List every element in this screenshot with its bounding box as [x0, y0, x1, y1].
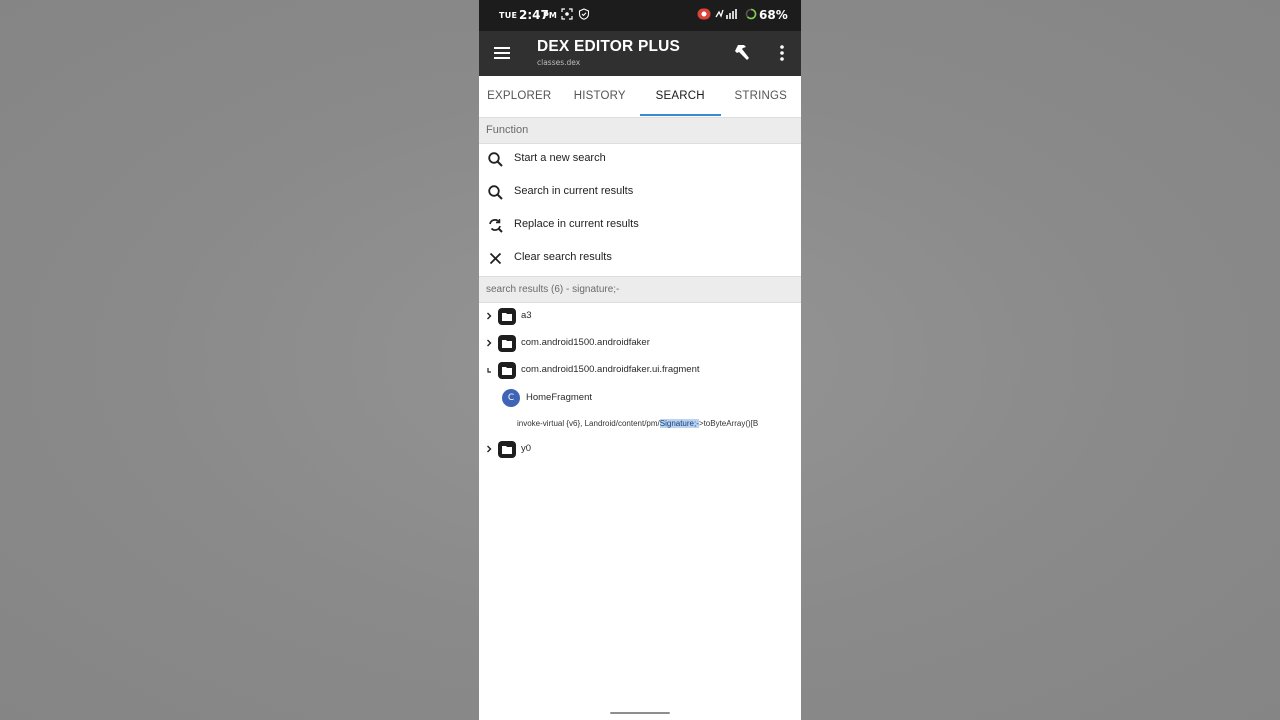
tree-node-label: com.android1500.androidfaker: [521, 337, 650, 348]
record-icon: [697, 8, 711, 20]
tab-strings[interactable]: STRINGS: [721, 76, 802, 117]
signal-icon: [715, 9, 737, 19]
status-day: TUE: [499, 11, 518, 20]
clear-search-results-label: Clear search results: [514, 251, 612, 263]
replace-icon: [489, 219, 503, 233]
folder-icon: [498, 362, 516, 379]
tree-node-androidfaker[interactable]: com.android1500.androidfaker: [479, 330, 801, 357]
chevron-right-icon[interactable]: [484, 444, 494, 454]
tab-history[interactable]: HISTORY: [560, 76, 641, 117]
tree-node-y0[interactable]: y0: [479, 436, 801, 463]
replace-current-results-item[interactable]: Replace in current results: [479, 209, 801, 242]
search-icon: [488, 152, 503, 167]
tree-node-homefragment[interactable]: C HomeFragment: [479, 386, 801, 413]
class-node-label: HomeFragment: [526, 392, 592, 403]
folder-icon: [498, 335, 516, 352]
tree-node-label: a3: [521, 310, 532, 321]
shield-icon: [578, 8, 590, 20]
search-results-header: search results (6) - signature;-: [479, 276, 801, 303]
replace-current-results-label: Replace in current results: [514, 218, 639, 230]
tab-bar: EXPLORER HISTORY SEARCH STRINGS: [479, 76, 801, 117]
code-match-line[interactable]: invoke-virtual {v6}, Landroid/content/pm…: [517, 419, 758, 428]
status-bar: TUE 2:47 PM 68%: [479, 0, 801, 31]
search-current-results-label: Search in current results: [514, 185, 634, 197]
tree-node-a3[interactable]: a3: [479, 303, 801, 330]
code-match-highlight: Signature;-: [659, 419, 699, 428]
tree-node-label: y0: [521, 443, 532, 454]
gesture-nav-handle[interactable]: [610, 712, 670, 714]
menu-icon[interactable]: [491, 42, 513, 64]
app-toolbar: DEX EDITOR PLUS classes.dex: [479, 31, 801, 76]
chevron-right-icon[interactable]: [484, 338, 494, 348]
more-vert-icon[interactable]: [773, 42, 791, 64]
screenshot-icon: [561, 8, 573, 20]
tree-node-ui-fragment[interactable]: com.android1500.androidfaker.ui.fragment: [479, 357, 801, 384]
battery-ring-icon: [745, 8, 757, 20]
clear-search-results-item[interactable]: Clear search results: [479, 242, 801, 275]
chevron-right-icon[interactable]: [484, 311, 494, 321]
code-match-prefix: invoke-virtual {v6}, Landroid/content/pm…: [517, 419, 660, 428]
hammer-icon[interactable]: [731, 42, 753, 64]
app-title: DEX EDITOR PLUS: [537, 38, 681, 55]
start-new-search-label: Start a new search: [514, 152, 606, 164]
tab-search[interactable]: SEARCH: [640, 76, 721, 117]
search-icon: [488, 185, 503, 200]
folder-icon: [498, 441, 516, 458]
close-icon: [489, 252, 502, 265]
folder-icon: [498, 308, 516, 325]
code-match-suffix: >toByteArray()[B: [698, 419, 759, 428]
status-ampm: PM: [543, 11, 557, 20]
class-badge-icon: C: [502, 389, 520, 407]
tree-node-label: com.android1500.androidfaker.ui.fragment: [521, 364, 700, 375]
chevron-down-icon[interactable]: [484, 365, 494, 375]
battery-level: 68%: [759, 8, 788, 22]
phone-screen: TUE 2:47 PM 68% DEX EDITOR PLUS classes.…: [479, 0, 801, 720]
start-new-search-item[interactable]: Start a new search: [479, 143, 801, 176]
file-subtitle: classes.dex: [537, 58, 581, 67]
tab-explorer[interactable]: EXPLORER: [479, 76, 560, 117]
search-current-results-item[interactable]: Search in current results: [479, 176, 801, 209]
function-header: Function: [479, 117, 801, 144]
